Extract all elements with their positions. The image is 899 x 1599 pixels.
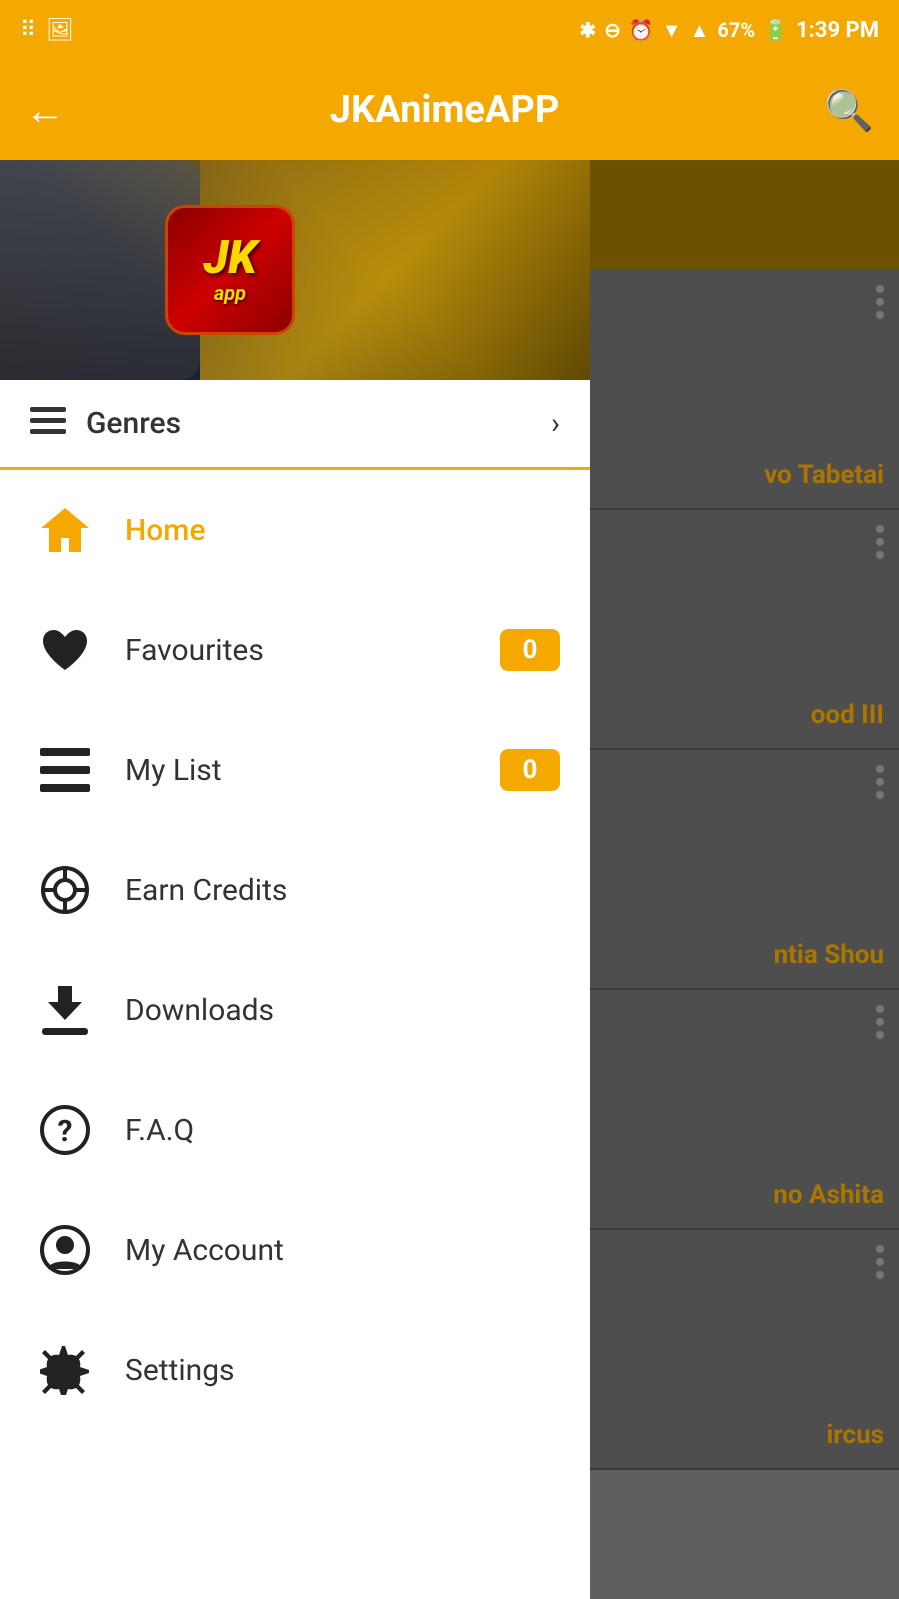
genres-label: Genres (86, 406, 551, 441)
alarm-icon: ⏰ (629, 18, 654, 42)
sidebar-item-favourites[interactable]: Favourites 0 (0, 590, 590, 710)
sidebar-banner: JK app (0, 160, 590, 380)
top-bar: ← JKAnimeAPP 🔍 (0, 60, 899, 160)
mylist-label: My List (125, 753, 500, 788)
genres-menu-item[interactable]: Genres › (0, 380, 590, 470)
sidebar-item-faq[interactable]: ? F.A.Q (0, 1070, 590, 1190)
battery-percent: 67% (717, 18, 755, 42)
favourites-label: Favourites (125, 633, 500, 668)
search-button[interactable]: 🔍 (824, 87, 874, 134)
app-logo: JK app (165, 205, 295, 335)
battery-icon: 🔋 (763, 18, 788, 42)
sidebar-item-mylist[interactable]: My List 0 (0, 710, 590, 830)
genres-arrow: › (551, 406, 560, 441)
svg-text:?: ? (58, 1114, 73, 1149)
sidebar-item-home[interactable]: Home (0, 470, 590, 590)
sidebar-item-myaccount[interactable]: My Account (0, 1190, 590, 1310)
drawer-overlay[interactable] (539, 160, 899, 1599)
faq-icon: ? (30, 1095, 100, 1165)
logo-text-app: app (214, 281, 246, 305)
sidebar-item-earncredits[interactable]: Earn Credits (0, 830, 590, 950)
back-button[interactable]: ← (25, 87, 65, 134)
favourites-badge: 0 (500, 629, 560, 671)
home-icon (30, 495, 100, 565)
list-icon (30, 735, 100, 805)
status-bar: ⠿ 🖼 ✱ ⊖ ⏰ ▼ ▲ 67% 🔋 1:39 PM (0, 0, 899, 60)
download-icon (30, 975, 100, 1045)
genres-icon (30, 405, 66, 443)
sidebar-drawer: JK app Genres › Home (0, 160, 590, 1599)
bluetooth-icon: ✱ (579, 18, 596, 42)
status-bar-right: ✱ ⊖ ⏰ ▼ ▲ 67% 🔋 1:39 PM (579, 18, 879, 43)
myaccount-label: My Account (125, 1233, 560, 1268)
downloads-label: Downloads (125, 993, 560, 1028)
signal-icon: ▲ (690, 18, 710, 43)
minus-circle-icon: ⊖ (604, 18, 621, 42)
earn-credits-icon (30, 855, 100, 925)
earncredits-label: Earn Credits (125, 873, 560, 908)
time-display: 1:39 PM (796, 18, 879, 43)
banner-figures (0, 160, 590, 380)
home-label: Home (125, 513, 560, 548)
settings-icon (30, 1335, 100, 1405)
wifi-icon: ▼ (662, 18, 682, 43)
status-bar-left: ⠿ 🖼 (20, 18, 74, 43)
settings-label: Settings (125, 1353, 560, 1388)
grid-icon: ⠿ (20, 18, 36, 43)
heart-icon (30, 615, 100, 685)
main-layout: vo Tabetai ood III ntia Shou no Ashita i… (0, 160, 899, 1599)
mylist-badge: 0 (500, 749, 560, 791)
account-icon (30, 1215, 100, 1285)
app-title: JKAnimeAPP (85, 88, 804, 132)
faq-label: F.A.Q (125, 1113, 560, 1148)
sidebar-item-downloads[interactable]: Downloads (0, 950, 590, 1070)
image-icon: 🖼 (46, 18, 74, 43)
logo-text-jk: JK (203, 235, 257, 281)
sidebar-item-settings[interactable]: Settings (0, 1310, 590, 1430)
